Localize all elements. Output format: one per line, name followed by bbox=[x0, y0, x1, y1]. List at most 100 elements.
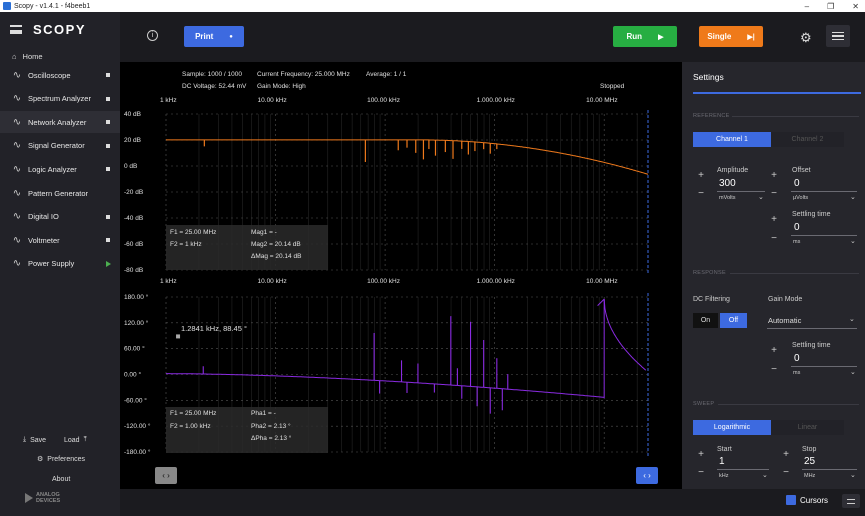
dc-filtering-off[interactable]: Off bbox=[720, 313, 747, 328]
response-section-label: RESPONSE bbox=[693, 270, 726, 276]
y-tick-label: 0.00 ° bbox=[124, 371, 141, 379]
settling-time2-minus[interactable]: − bbox=[768, 364, 780, 375]
start-value[interactable]: 1 bbox=[719, 456, 725, 467]
settling-time-minus[interactable]: − bbox=[768, 233, 780, 244]
start-minus[interactable]: − bbox=[695, 467, 707, 478]
play-icon bbox=[106, 260, 111, 267]
gain-mode-chevron-icon[interactable]: ⌄ bbox=[849, 315, 855, 323]
amplitude-unit-chevron-icon[interactable]: ⌄ bbox=[758, 193, 764, 201]
print-button[interactable]: Print ● bbox=[184, 26, 244, 47]
nav-item-label: Logic Analyzer bbox=[28, 164, 77, 174]
save-button[interactable]: ⤓ Save bbox=[23, 436, 46, 444]
print-options-icon: ● bbox=[229, 33, 233, 40]
play-icon: ▶ bbox=[658, 33, 664, 41]
amplitude-minus[interactable]: − bbox=[695, 188, 707, 199]
y-tick-label: -80 dB bbox=[124, 267, 143, 274]
gear-icon: ⚙ bbox=[37, 456, 44, 463]
settling-time-unit-chevron-icon[interactable]: ⌄ bbox=[850, 237, 856, 245]
nav-item-label: Spectrum Analyzer bbox=[28, 94, 91, 104]
y-tick-label: -20 dB bbox=[124, 189, 143, 196]
single-button[interactable]: Single ▶| bbox=[699, 26, 763, 47]
freq-tick-label: 100.00 kHz bbox=[367, 278, 400, 285]
nav-item-signal-generator[interactable]: ∿ Signal Generator bbox=[0, 135, 120, 157]
right-cursor-handle[interactable]: ‹ › bbox=[636, 467, 658, 484]
amplitude-value[interactable]: 300 bbox=[719, 178, 736, 189]
preferences-button[interactable]: ⚙ Preferences bbox=[37, 455, 86, 464]
settings-panel: Settings REFERENCE Channel 1 Channel 2 +… bbox=[682, 62, 865, 489]
about-button[interactable]: About bbox=[52, 476, 70, 483]
run-button[interactable]: Run ▶ bbox=[613, 26, 677, 47]
status-sample: Sample: 1000 / 1000 bbox=[182, 71, 242, 78]
left-cursor-handle[interactable]: ‹ › bbox=[155, 467, 177, 484]
settling-time2-value[interactable]: 0 bbox=[794, 353, 800, 364]
cursors-menu-icon bbox=[847, 499, 855, 504]
stop-unit[interactable]: MHz bbox=[804, 473, 815, 479]
cursors-checkbox[interactable] bbox=[786, 495, 796, 505]
pha-f1: F1 = 25.00 MHz bbox=[170, 410, 216, 417]
start-unit-chevron-icon[interactable]: ⌄ bbox=[762, 471, 768, 479]
network-analyzer-plot[interactable]: Sample: 1000 / 1000 Current Frequency: 2… bbox=[120, 62, 682, 489]
info-icon[interactable]: i bbox=[147, 30, 158, 41]
status-dc-voltage: DC Voltage: 52.44 mV bbox=[182, 83, 247, 90]
load-button[interactable]: Load ⤒ bbox=[64, 436, 87, 444]
settling-time-value[interactable]: 0 bbox=[794, 222, 800, 233]
logarithmic-tab[interactable]: Logarithmic bbox=[693, 420, 771, 435]
offset-value[interactable]: 0 bbox=[794, 178, 800, 189]
settling-time2-unit-chevron-icon[interactable]: ⌄ bbox=[850, 368, 856, 376]
linear-tab[interactable]: Linear bbox=[771, 420, 844, 435]
offset-minus[interactable]: − bbox=[768, 188, 780, 199]
run-label: Run bbox=[626, 32, 643, 41]
settling-time-unit[interactable]: ms bbox=[793, 239, 800, 245]
home-nav-item[interactable]: ⌂ Home bbox=[12, 52, 43, 61]
gain-mode-select[interactable]: Automatic bbox=[768, 316, 801, 325]
nav-item-voltmeter[interactable]: ∿ Voltmeter bbox=[0, 229, 120, 251]
nav-item-power-supply[interactable]: ∿ Power Supply bbox=[0, 253, 120, 275]
freq-tick-label: 1.000.00 kHz bbox=[477, 278, 515, 285]
settling-time2-plus[interactable]: + bbox=[768, 345, 780, 356]
nav-item-network-analyzer[interactable]: ∿ Network Analyzer bbox=[0, 111, 120, 134]
start-unit[interactable]: kHz bbox=[719, 473, 728, 479]
settings-title-underline bbox=[693, 92, 861, 94]
settings-gear-icon[interactable]: ⚙ bbox=[800, 30, 812, 46]
spectrum-analyzer-icon: ∿ bbox=[12, 93, 22, 105]
nav-item-oscilloscope[interactable]: ∿ Oscilloscope bbox=[0, 64, 120, 86]
left-nav: SCOPY ⌂ Home ∿ Oscilloscope ∿ Spectrum Anal… bbox=[0, 12, 120, 516]
minimize-icon[interactable]: – bbox=[805, 2, 809, 11]
nav-item-spectrum-analyzer[interactable]: ∿ Spectrum Analyzer bbox=[0, 88, 120, 110]
close-icon[interactable]: ✕ bbox=[852, 2, 859, 11]
nav-item-logic-analyzer[interactable]: ∿ Logic Analyzer bbox=[0, 158, 120, 180]
amplitude-plus[interactable]: + bbox=[695, 170, 707, 181]
menu-icon[interactable] bbox=[10, 25, 22, 34]
start-plus[interactable]: + bbox=[695, 449, 707, 460]
offset-unit-chevron-icon[interactable]: ⌄ bbox=[850, 193, 856, 201]
channel1-tab[interactable]: Channel 1 bbox=[693, 132, 771, 147]
freq-tick-label: 1 kHz bbox=[160, 97, 177, 104]
cursors-menu-button[interactable] bbox=[842, 494, 860, 508]
pha-pha1: Pha1 = - bbox=[251, 410, 276, 417]
stop-unit-chevron-icon[interactable]: ⌄ bbox=[850, 471, 856, 479]
stop-plus[interactable]: + bbox=[780, 449, 792, 460]
offset-label: Offset bbox=[792, 167, 811, 174]
pha-delta: ΔPha = 2.13 ° bbox=[251, 434, 292, 442]
y-tick-label: -180.00 ° bbox=[124, 448, 151, 456]
settling-time2-unit[interactable]: ms bbox=[793, 370, 800, 376]
maximize-icon[interactable]: ❐ bbox=[827, 2, 834, 11]
mag-f1: F1 = 25.00 MHz bbox=[170, 229, 216, 236]
nav-item-pattern-generator[interactable]: ∿ Pattern Generator bbox=[0, 182, 120, 204]
stop-minus[interactable]: − bbox=[780, 467, 792, 478]
offset-unit[interactable]: µVolts bbox=[793, 195, 808, 201]
preferences-label: Preferences bbox=[47, 455, 86, 463]
settling-time-plus[interactable]: + bbox=[768, 214, 780, 225]
nav-item-label: Pattern Generator bbox=[28, 188, 89, 198]
settings-menu-button[interactable] bbox=[826, 25, 850, 47]
nav-item-digital-io[interactable]: ∿ Digital IO bbox=[0, 206, 120, 228]
load-icon: ⤒ bbox=[83, 436, 87, 443]
freq-tick-label: 10.00 MHz bbox=[586, 278, 617, 285]
offset-plus[interactable]: + bbox=[768, 170, 780, 181]
stop-value[interactable]: 25 bbox=[804, 456, 815, 467]
status-dot-icon bbox=[106, 120, 110, 125]
dc-filtering-on[interactable]: On bbox=[693, 313, 718, 328]
mag-delta: ΔMag = 20.14 dB bbox=[251, 253, 301, 260]
amplitude-unit[interactable]: mVolts bbox=[719, 195, 736, 201]
channel2-tab[interactable]: Channel 2 bbox=[771, 132, 844, 147]
